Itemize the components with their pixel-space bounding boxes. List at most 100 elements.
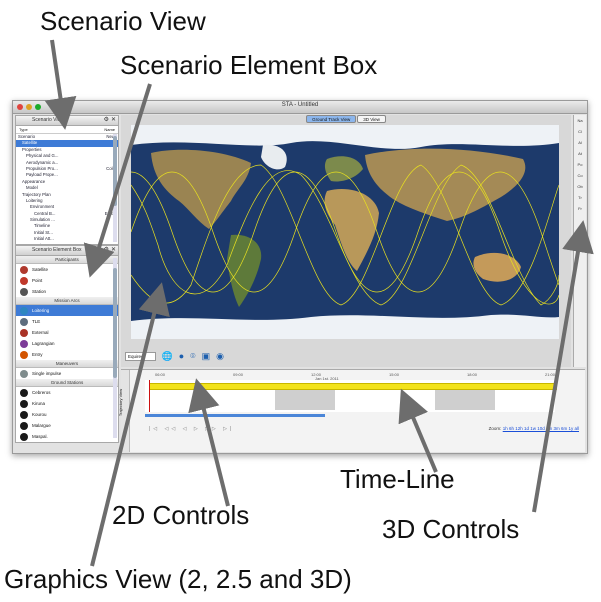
column-type[interactable]: Type bbox=[19, 126, 28, 133]
element-icon bbox=[20, 306, 28, 315]
zoom-links[interactable]: 1h 6h 12h 1d 1w 10d 1m 3m 6m 1y all bbox=[503, 426, 579, 431]
app-window: STA - Untitled Scenario View ⚙ ✕ Type Na… bbox=[12, 100, 588, 454]
gear-icon[interactable]: ⚙ bbox=[104, 117, 109, 124]
element-label: Cebreros bbox=[32, 390, 51, 395]
timeline-shade bbox=[275, 388, 335, 410]
element-label: Entry bbox=[32, 352, 43, 357]
ruler-tick: 21:00 bbox=[545, 372, 556, 377]
timeline-cursor[interactable] bbox=[149, 380, 150, 412]
close-icon[interactable]: ✕ bbox=[111, 117, 116, 124]
3d-control-item[interactable]: Ob bbox=[574, 181, 586, 192]
window-title: STA - Untitled bbox=[281, 102, 319, 108]
3d-control-item[interactable]: Cl bbox=[574, 126, 586, 137]
title-bar: STA - Untitled bbox=[13, 101, 587, 114]
element-item[interactable]: Satellite bbox=[16, 264, 118, 275]
element-box-scrollbar[interactable] bbox=[113, 258, 117, 438]
timeline-ruler: 06:00 09:00 12:00 15:00 18:00 21:00 Jan 1st, 2… bbox=[145, 372, 556, 381]
callout-time-line: Time-Line bbox=[340, 464, 455, 494]
3d-controls-bar: Na Cl Al At Po Co Ob Tr Fr bbox=[573, 115, 586, 367]
element-item[interactable]: Maspal. bbox=[16, 431, 118, 442]
element-box-header: Scenario Element Box ⚙ ✕ bbox=[15, 245, 119, 256]
zoom-label: Zoom: bbox=[488, 426, 502, 431]
element-label: Lagrangian bbox=[32, 341, 55, 346]
timeline-mission-bar[interactable] bbox=[149, 383, 557, 390]
callout-scenario-element-box: Scenario Element Box bbox=[120, 50, 378, 80]
element-item[interactable]: External bbox=[16, 327, 118, 338]
element-item[interactable]: Lagrangian bbox=[16, 338, 118, 349]
element-item[interactable]: Loitering bbox=[16, 305, 118, 316]
element-icon bbox=[20, 317, 28, 326]
element-icon bbox=[20, 399, 28, 408]
element-section-header: Mission Arcs bbox=[16, 297, 118, 305]
3d-control-item[interactable]: Al bbox=[574, 137, 586, 148]
ruler-tick: 09:00 bbox=[233, 372, 244, 377]
element-icon bbox=[20, 350, 28, 359]
scenario-element-box: Participants Satellite Point Station Mission… bbox=[15, 256, 119, 443]
element-icon bbox=[20, 432, 28, 441]
3d-controls-list: Na Cl Al At Po Co Ob Tr Fr bbox=[574, 115, 586, 214]
element-item[interactable]: Kiruna bbox=[16, 398, 118, 409]
3d-control-item[interactable]: Po bbox=[574, 159, 586, 170]
timeline-shade bbox=[435, 388, 495, 410]
element-icon bbox=[20, 276, 28, 285]
timeline-track-area[interactable] bbox=[145, 380, 557, 412]
3d-control-item[interactable]: Co bbox=[574, 170, 586, 181]
element-item[interactable]: Malargue bbox=[16, 420, 118, 431]
close-icon[interactable]: ✕ bbox=[111, 247, 116, 254]
camera-icon[interactable]: ▣ bbox=[202, 351, 211, 361]
element-label: Kiruna bbox=[32, 401, 46, 406]
satellite-icon[interactable]: ⌾ bbox=[190, 351, 195, 361]
projection-select[interactable]: Equirect bbox=[125, 351, 156, 361]
element-label: TLE bbox=[32, 319, 41, 324]
graphics-view: Ground Track View 3D View Equirect 🌐 ● ⌾… bbox=[121, 115, 571, 367]
tree-rows: Scenario New Satellite Properties Physical a… bbox=[16, 134, 118, 244]
element-icon bbox=[20, 287, 28, 296]
element-item[interactable]: Entry bbox=[16, 349, 118, 360]
3d-control-item[interactable]: Na bbox=[574, 115, 586, 126]
element-icon bbox=[20, 328, 28, 337]
timeline-scrollbar[interactable] bbox=[145, 414, 325, 417]
element-item[interactable]: TLE bbox=[16, 316, 118, 327]
playback-controls[interactable]: |◁ ◁◁ ◁ ▷ ▷▷ ▷| bbox=[149, 426, 234, 432]
element-item[interactable]: Single impulse bbox=[16, 368, 118, 379]
element-item[interactable]: Point bbox=[16, 275, 118, 286]
ruler-tick: 18:00 bbox=[467, 372, 478, 377]
timeline-side-label: Trajectory View bbox=[118, 370, 130, 452]
scenario-view-header: Scenario View ⚙ ✕ bbox=[15, 115, 119, 126]
snapshot-icon[interactable]: ◉ bbox=[216, 351, 224, 361]
element-section-header: Maneuvers bbox=[16, 360, 118, 368]
timeline-zoom: Zoom: 1h 6h 12h 1d 1w 10d 1m 3m 6m 1y al… bbox=[489, 426, 579, 431]
3d-control-item[interactable]: Fr bbox=[574, 203, 586, 214]
element-label: Single impulse bbox=[32, 371, 62, 376]
tab-3d-view[interactable]: 3D View bbox=[357, 115, 386, 123]
element-label: Satellite bbox=[32, 267, 49, 272]
element-box-title: Scenario Element Box bbox=[32, 247, 82, 253]
left-panels: Scenario View ⚙ ✕ Type Name Scenario New S… bbox=[15, 115, 119, 451]
tab-ground-track-view[interactable]: Ground Track View bbox=[306, 115, 357, 123]
element-item[interactable]: Station bbox=[16, 286, 118, 297]
element-icon bbox=[20, 369, 28, 378]
ruler-tick: 06:00 bbox=[155, 372, 166, 377]
element-item[interactable]: Cebreros bbox=[16, 387, 118, 398]
gear-icon[interactable]: ⚙ bbox=[104, 247, 109, 254]
column-name[interactable]: Name bbox=[104, 126, 115, 133]
callout-graphics-view: Graphics View (2, 2.5 and 3D) bbox=[4, 564, 352, 594]
element-label: Station bbox=[32, 289, 47, 294]
element-item[interactable]: Masalomas bbox=[16, 442, 118, 443]
callout-2d-controls: 2D Controls bbox=[112, 500, 250, 530]
globe-icon[interactable]: 🌐 bbox=[162, 351, 173, 361]
scenario-view-tree[interactable]: Type Name Scenario New Satellite Properties… bbox=[15, 126, 119, 245]
element-section-header: Participants bbox=[16, 256, 118, 264]
element-item[interactable]: Kourou bbox=[16, 409, 118, 420]
ground-track-map[interactable] bbox=[131, 125, 559, 339]
3d-control-item[interactable]: Tr bbox=[574, 192, 586, 203]
element-label: Kourou bbox=[32, 412, 47, 417]
3d-control-item[interactable]: At bbox=[574, 148, 586, 159]
tree-scrollbar[interactable] bbox=[113, 134, 117, 242]
callout-scenario-view: Scenario View bbox=[40, 6, 206, 36]
element-icon bbox=[20, 339, 28, 348]
element-icon bbox=[20, 388, 28, 397]
2d-controls-toolbar: Equirect 🌐 ● ⌾ ▣ ◉ bbox=[123, 349, 563, 363]
element-list: Participants Satellite Point Station Mission… bbox=[16, 256, 118, 443]
earth-icon[interactable]: ● bbox=[179, 351, 184, 361]
